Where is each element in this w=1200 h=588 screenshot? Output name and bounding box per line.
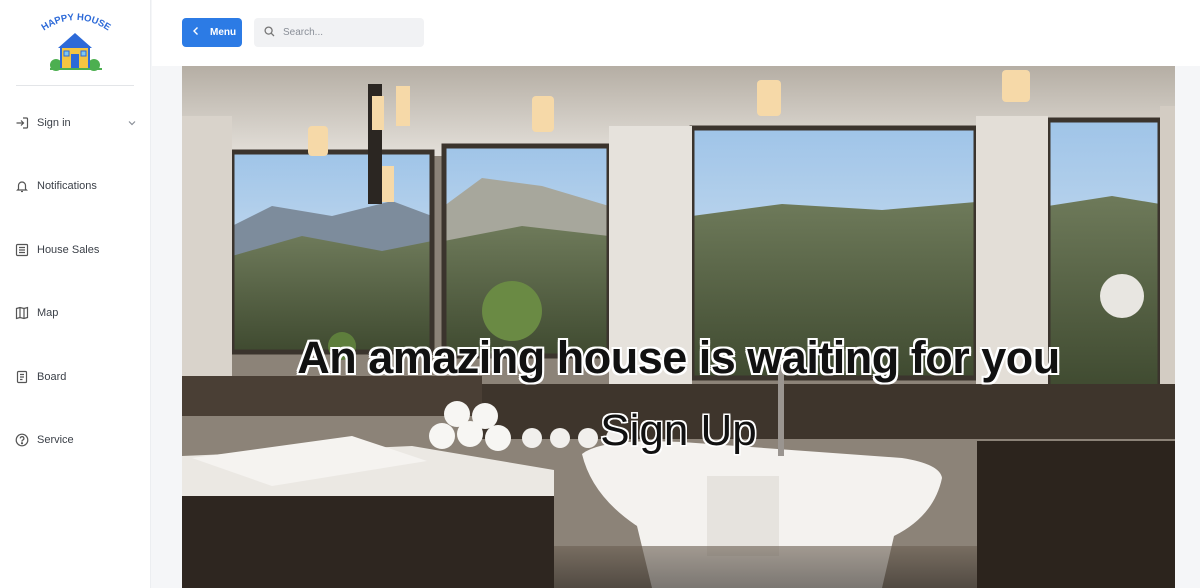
- chevron-down-icon[interactable]: [126, 116, 138, 128]
- svg-text:HAPPY HOUSE: HAPPY HOUSE: [40, 12, 113, 33]
- sidebar-item-notifications[interactable]: Notifications: [14, 175, 138, 197]
- bathroom-hero-image: [182, 66, 1175, 588]
- bell-icon: [14, 178, 30, 194]
- sidebar-item-service[interactable]: Service: [14, 429, 138, 451]
- sidebar-item-label: Service: [37, 434, 74, 446]
- app: HAPPY HOUSE Sign in Notifications House …: [0, 0, 1200, 588]
- menu-button-label: Menu: [210, 27, 237, 38]
- map-icon: [14, 305, 30, 321]
- sidebar-item-label: Notifications: [37, 180, 97, 192]
- sidebar-item-label: House Sales: [37, 244, 100, 256]
- sign-in-icon: [14, 115, 30, 131]
- happy-house-logo[interactable]: HAPPY HOUSE: [36, 12, 116, 74]
- logo-divider: [16, 85, 134, 86]
- menu-button[interactable]: Menu: [182, 18, 242, 47]
- question-circle-icon: [14, 432, 30, 448]
- chevron-left-icon: [192, 26, 200, 39]
- search-bar[interactable]: [254, 18, 424, 47]
- sidebar-item-sign-in[interactable]: Sign in: [14, 112, 138, 134]
- search-input[interactable]: [283, 27, 413, 38]
- top-header: Menu: [152, 0, 1200, 66]
- sign-up-link[interactable]: Sign Up: [182, 406, 1175, 456]
- hero-banner: An amazing house is waiting for you Sign…: [182, 66, 1175, 588]
- sidebar-item-label: Board: [37, 371, 67, 383]
- sidebar: HAPPY HOUSE Sign in Notifications House …: [0, 0, 151, 588]
- sidebar-item-label: Map: [37, 307, 59, 319]
- sidebar-item-map[interactable]: Map: [14, 302, 138, 324]
- list-icon: [14, 242, 30, 258]
- sidebar-item-house-sales[interactable]: House Sales: [14, 239, 138, 261]
- document-icon: [14, 369, 30, 385]
- search-icon: [264, 24, 275, 42]
- sidebar-item-board[interactable]: Board: [14, 366, 138, 388]
- hero-title: An amazing house is waiting for you: [297, 332, 1060, 383]
- sidebar-item-label: Sign in: [37, 117, 71, 129]
